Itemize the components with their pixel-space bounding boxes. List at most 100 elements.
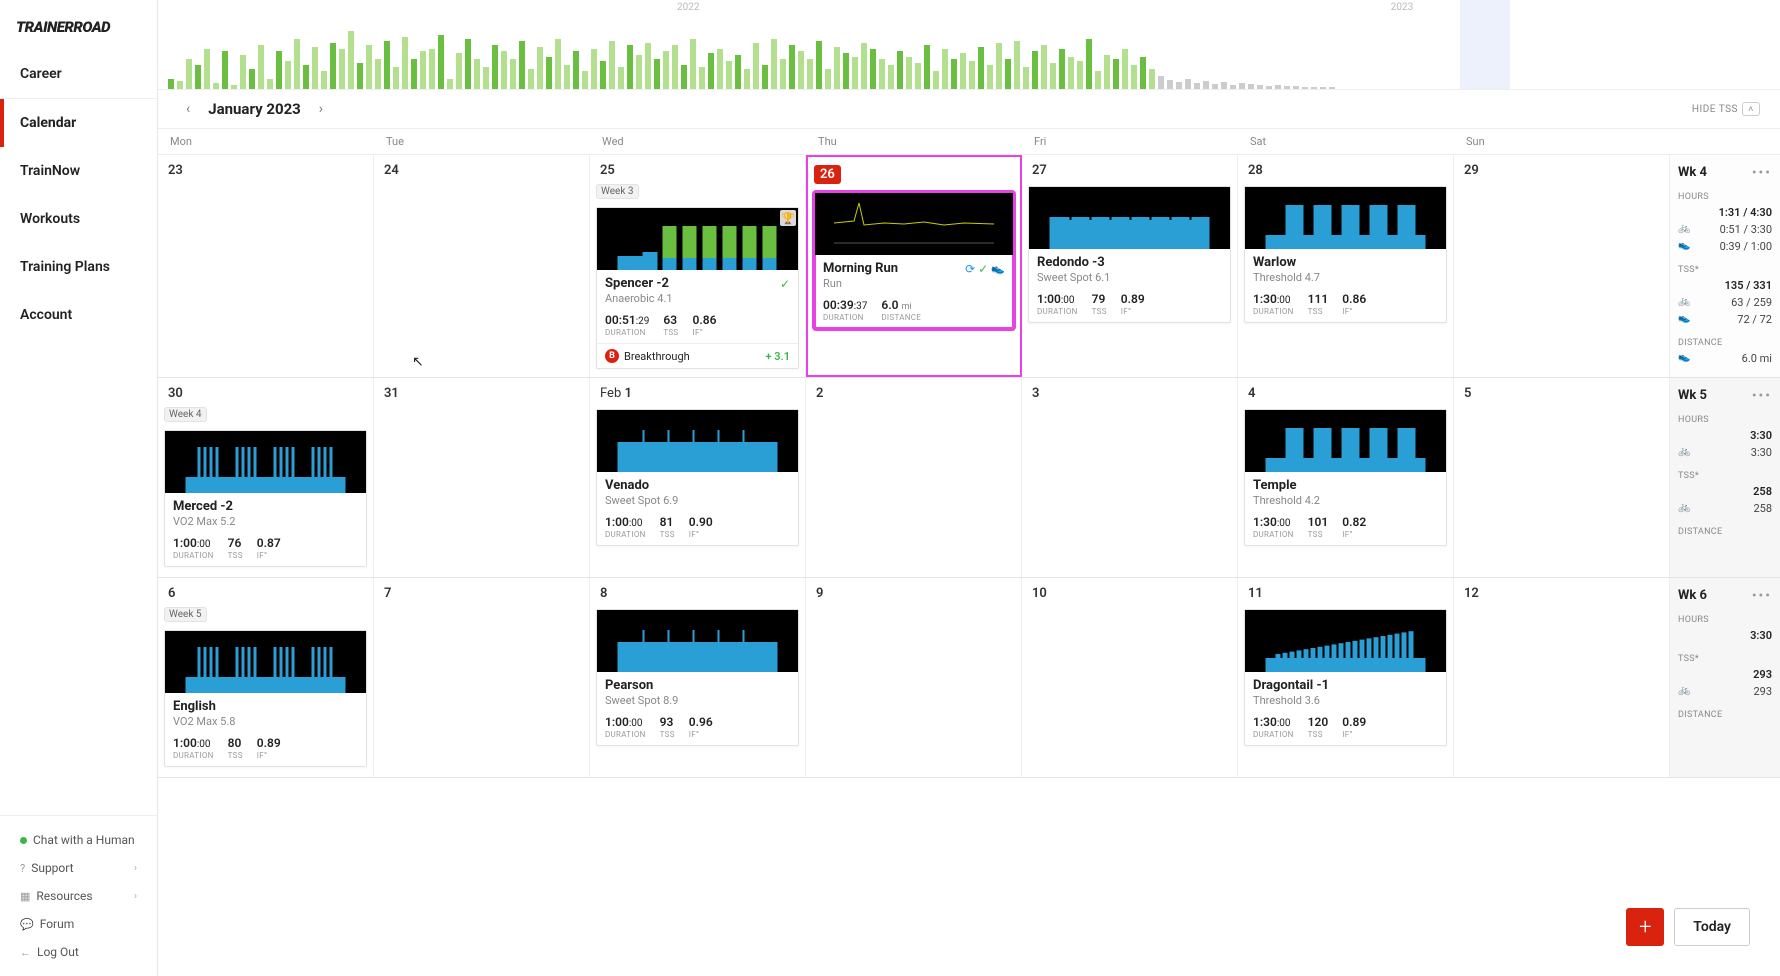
tss-bar [285, 61, 291, 89]
workout-card-redondo[interactable]: Redondo -3Sweet Spot 6.11:00:00DURATION7… [1028, 186, 1231, 323]
week-more-button[interactable]: ••• [1752, 388, 1772, 404]
logout-icon: ← [20, 946, 31, 959]
tss-bar [1059, 49, 1065, 89]
tss-bar [906, 57, 912, 89]
day-cell[interactable]: 4TempleThreshold 4.21:30:00DURATION101TS… [1238, 378, 1454, 577]
day-number: 5 [1460, 384, 1475, 403]
day-cell[interactable]: Feb 1 VenadoSweet Spot 6.91:00:00DURATION… [590, 378, 806, 577]
tss-bar [627, 45, 633, 89]
stat-distance: 6.0 miDISTANCE [881, 298, 921, 322]
add-button[interactable]: + [1626, 908, 1664, 946]
stat-if°: 0.96IF° [689, 715, 713, 739]
day-cell[interactable]: 9 [806, 578, 1022, 777]
stat-duration: 00:51:29DURATION [605, 313, 649, 337]
stat-tss: 80TSS [228, 736, 243, 760]
day-cell[interactable]: 28WarlowThreshold 4.71:30:00DURATION111T… [1238, 155, 1454, 377]
bike-icon: 🚲 [1678, 296, 1690, 309]
workout-card-morningrun[interactable]: Morning Run⟳✓👟Run00:39:37DURATION6.0 miD… [814, 192, 1014, 329]
day-header: Tue [374, 129, 590, 154]
workout-subtitle: VO2 Max 5.8 [173, 715, 358, 728]
day-cell[interactable]: 29 [1454, 155, 1670, 377]
tss-bar [618, 67, 624, 89]
tss-bar [942, 49, 948, 89]
week-summary[interactable]: Wk 6 ••• HOURS 3:30 TSS* 293 🚲293 DISTAN… [1670, 578, 1780, 777]
footer-item-chat[interactable]: Chat with a Human [0, 826, 157, 854]
tss-bar [186, 59, 192, 89]
stat-duration: 1:00:00DURATION [605, 515, 646, 539]
tss-bar [780, 59, 786, 89]
day-cell[interactable]: 8PearsonSweet Spot 8.91:00:00DURATION93T… [590, 578, 806, 777]
workout-card-dragontail[interactable]: Dragontail -1Threshold 3.61:30:00DURATIO… [1244, 609, 1447, 746]
day-cell[interactable]: 23 [158, 155, 374, 377]
stat-duration: 1:30:00DURATION [1253, 515, 1294, 539]
tss-bar [339, 49, 345, 89]
day-cell[interactable]: 30Week 4Merced -2VO2 Max 5.21:00:00DURAT… [158, 378, 374, 577]
check-icon: ✓ [780, 277, 790, 291]
nav-item-calendar[interactable]: Calendar [0, 99, 157, 147]
tss-bar [1203, 81, 1209, 89]
day-cell[interactable]: 26Morning Run⟳✓👟Run00:39:37DURATION6.0 m… [806, 155, 1022, 377]
workout-subtitle: Anaerobic 4.1 [605, 292, 790, 305]
workout-card-merced[interactable]: Merced -2VO2 Max 5.21:00:00DURATION76TSS… [164, 430, 367, 567]
workout-card-venado[interactable]: VenadoSweet Spot 6.91:00:00DURATION81TSS… [596, 409, 799, 546]
day-cell[interactable]: 25Week 3🏆Spencer -2✓Anaerobic 4.100:51:2… [590, 155, 806, 377]
day-cell[interactable]: 2 [806, 378, 1022, 577]
calendar-grid[interactable]: 232425Week 3🏆Spencer -2✓Anaerobic 4.100:… [158, 155, 1780, 976]
tss-bar [807, 59, 813, 89]
workout-thumbnail [597, 410, 798, 472]
workout-card-warlow[interactable]: WarlowThreshold 4.71:30:00DURATION111TSS… [1244, 186, 1447, 323]
day-cell[interactable]: 24 [374, 155, 590, 377]
nav-item-trainnow[interactable]: TrainNow [0, 147, 157, 195]
day-cell[interactable]: 6Week 5EnglishVO2 Max 5.81:00:00DURATION… [158, 578, 374, 777]
tss-bar [870, 49, 876, 89]
day-number: 29 [1460, 161, 1483, 180]
tss-bar [1005, 59, 1011, 89]
tss-bar [1302, 87, 1308, 89]
day-number: 27 [1028, 161, 1051, 180]
nav-item-account[interactable]: Account [0, 291, 157, 339]
tss-chart[interactable]: 2022 2023 [158, 0, 1780, 90]
week-summary[interactable]: Wk 4 ••• HOURS 1:31 / 4:30 🚲0:51 / 3:30 … [1670, 155, 1780, 377]
nav-item-career[interactable]: Career [0, 50, 157, 99]
tss-bar [402, 37, 408, 89]
floating-actions: + Today [1626, 908, 1750, 946]
workout-card-spencer[interactable]: 🏆Spencer -2✓Anaerobic 4.100:51:29DURATIO… [596, 207, 799, 369]
week-badge: Week 3 [596, 184, 639, 199]
day-cell[interactable]: 27 Redondo -3Sweet Spot 6.11:00:00DURATIO… [1022, 155, 1238, 377]
footer-item-forum[interactable]: 💬Forum [0, 910, 157, 938]
day-number: 31 [380, 384, 403, 403]
stat-duration: 00:39:37DURATION [823, 298, 867, 322]
today-button[interactable]: Today [1674, 908, 1750, 946]
week-summary[interactable]: Wk 5 ••• HOURS 3:30 🚲3:30 TSS* 258 🚲258 … [1670, 378, 1780, 577]
next-month-button[interactable]: › [311, 101, 331, 117]
workout-card-temple[interactable]: TempleThreshold 4.21:30:00DURATION101TSS… [1244, 409, 1447, 546]
footer-item-resources[interactable]: ▦Resources› [0, 882, 157, 910]
run-icon: 👟 [1678, 313, 1690, 326]
footer-item-logout[interactable]: ←Log Out [0, 938, 157, 966]
day-cell[interactable]: 7 [374, 578, 590, 777]
week-more-button[interactable]: ••• [1752, 165, 1772, 181]
day-cell[interactable]: 10 [1022, 578, 1238, 777]
day-cell[interactable]: 3 [1022, 378, 1238, 577]
day-number: Feb 1 [596, 384, 636, 403]
tss-bar [1185, 79, 1191, 89]
footer-item-support[interactable]: ?Support› [0, 854, 157, 882]
day-cell[interactable]: 11Dragontail -1Threshold 3.61:30:00DURAT… [1238, 578, 1454, 777]
day-cell[interactable]: 12 [1454, 578, 1670, 777]
hide-tss-toggle[interactable]: HIDE TSS ˄ [1692, 102, 1760, 116]
workout-thumbnail [1245, 187, 1446, 249]
tss-bar [519, 41, 525, 89]
week-more-button[interactable]: ••• [1752, 588, 1772, 604]
tss-bar [672, 45, 678, 89]
workout-title: Venado [605, 478, 649, 493]
prev-month-button[interactable]: ‹ [178, 101, 198, 117]
nav-item-workouts[interactable]: Workouts [0, 195, 157, 243]
day-number: 2 [812, 384, 827, 403]
tss-bar [663, 51, 669, 89]
workout-card-pearson[interactable]: PearsonSweet Spot 8.91:00:00DURATION93TS… [596, 609, 799, 746]
nav-item-trainingplans[interactable]: Training Plans [0, 243, 157, 291]
day-cell[interactable]: 31 [374, 378, 590, 577]
day-cell[interactable]: 5 [1454, 378, 1670, 577]
workout-thumbnail [1245, 610, 1446, 672]
workout-card-english[interactable]: EnglishVO2 Max 5.81:00:00DURATION80TSS0.… [164, 630, 367, 767]
